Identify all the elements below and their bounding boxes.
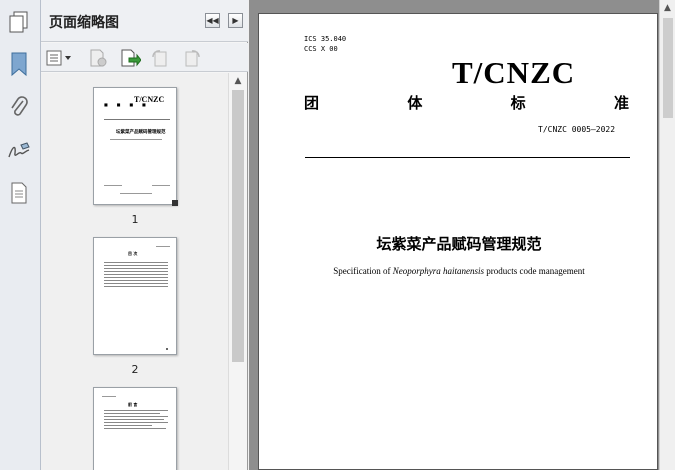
header-divider xyxy=(305,157,630,158)
selected-page-marker xyxy=(172,200,178,206)
double-left-arrow-icon: ◀◀ xyxy=(206,16,219,25)
document-scrollbar[interactable]: ▲ xyxy=(659,0,675,470)
options-list-icon xyxy=(46,50,71,66)
page-thumbnails-icon[interactable] xyxy=(4,7,34,37)
standard-category: 团 体 标 准 xyxy=(304,92,629,113)
rotate-right-icon xyxy=(185,50,200,67)
thumbnail-scrollbar[interactable]: ▲ xyxy=(228,73,247,470)
extract-page-icon xyxy=(121,49,141,67)
thumbnail-label-2: 2 xyxy=(131,363,139,376)
thumb-title: 坛紫菜产品赋码管理规范 xyxy=(116,130,166,135)
thumbnail-label-1: 1 xyxy=(131,213,139,226)
scroll-thumb[interactable] xyxy=(663,18,673,118)
scroll-up-icon[interactable]: ▲ xyxy=(229,73,247,89)
layers-document-icon[interactable] xyxy=(4,178,34,208)
right-arrow-icon: ▶ xyxy=(232,16,239,25)
document-viewer: ICS 35.040 CCS X 00 T/CNZC 团 体 标 准 T/CNZ… xyxy=(249,0,675,470)
delete-page-icon xyxy=(90,49,107,67)
document-page: ICS 35.040 CCS X 00 T/CNZC 团 体 标 准 T/CNZ… xyxy=(258,13,658,470)
panel-header: 页面缩略图 ◀◀ ▶ xyxy=(41,0,248,42)
extract-page-button[interactable] xyxy=(119,47,141,69)
thumb-foreword-heading: 前 言 xyxy=(128,402,138,407)
thumbnail-list: T/CNZC ■ ■ ■ ■ 坛紫菜产品赋码管理规范 1 目 次 2 前 言 xyxy=(41,73,228,470)
attachments-icon[interactable] xyxy=(4,92,34,122)
delete-page-button[interactable] xyxy=(87,47,109,69)
rotate-right-button[interactable] xyxy=(181,47,203,69)
collapse-panel-button[interactable]: ◀◀ xyxy=(205,13,220,28)
signatures-icon[interactable] xyxy=(4,136,34,166)
thumb-toc-heading: 目 次 xyxy=(128,251,138,256)
panel-title: 页面缩略图 xyxy=(49,15,119,31)
scroll-up-icon[interactable]: ▲ xyxy=(660,0,675,16)
ccs-code: CCS X 00 xyxy=(304,45,338,53)
panel-toolbar xyxy=(41,43,248,72)
scroll-thumb[interactable] xyxy=(232,90,244,362)
category-char: 准 xyxy=(613,94,629,112)
thumbnail-page-3[interactable]: 前 言 xyxy=(93,387,177,470)
rotate-left-button[interactable] xyxy=(149,47,171,69)
thumb-category: ■ ■ ■ ■ xyxy=(104,102,146,107)
standard-logo: T/CNZC xyxy=(452,55,576,90)
standard-number: T/CNZC 0005—2022 xyxy=(538,125,616,134)
ics-code: ICS 35.040 xyxy=(304,35,347,43)
document-title-en: Specification of Neoporphyra haitanensis… xyxy=(333,266,585,276)
options-menu-button[interactable] xyxy=(45,47,73,69)
category-char: 团 xyxy=(304,94,320,112)
thumbnail-page-2[interactable]: 目 次 xyxy=(93,237,177,355)
thumbnail-page-1[interactable]: T/CNZC ■ ■ ■ ■ 坛紫菜产品赋码管理规范 xyxy=(93,87,177,205)
document-title-cn: 坛紫菜产品赋码管理规范 xyxy=(376,235,542,253)
category-char: 体 xyxy=(407,94,423,112)
navigation-rail xyxy=(0,0,41,470)
bookmarks-icon[interactable] xyxy=(4,49,34,79)
pdf-reader-window: 页面缩略图 ◀◀ ▶ T/CNZC ■ ■ ■ ■ 坛紫菜产品赋码管理规范 1 … xyxy=(0,0,675,470)
expand-panel-button[interactable]: ▶ xyxy=(228,13,243,28)
rotate-left-icon xyxy=(152,50,167,67)
thumbnail-panel: 页面缩略图 ◀◀ ▶ T/CNZC ■ ■ ■ ■ 坛紫菜产品赋码管理规范 1 … xyxy=(41,0,248,470)
category-char: 标 xyxy=(510,94,526,112)
